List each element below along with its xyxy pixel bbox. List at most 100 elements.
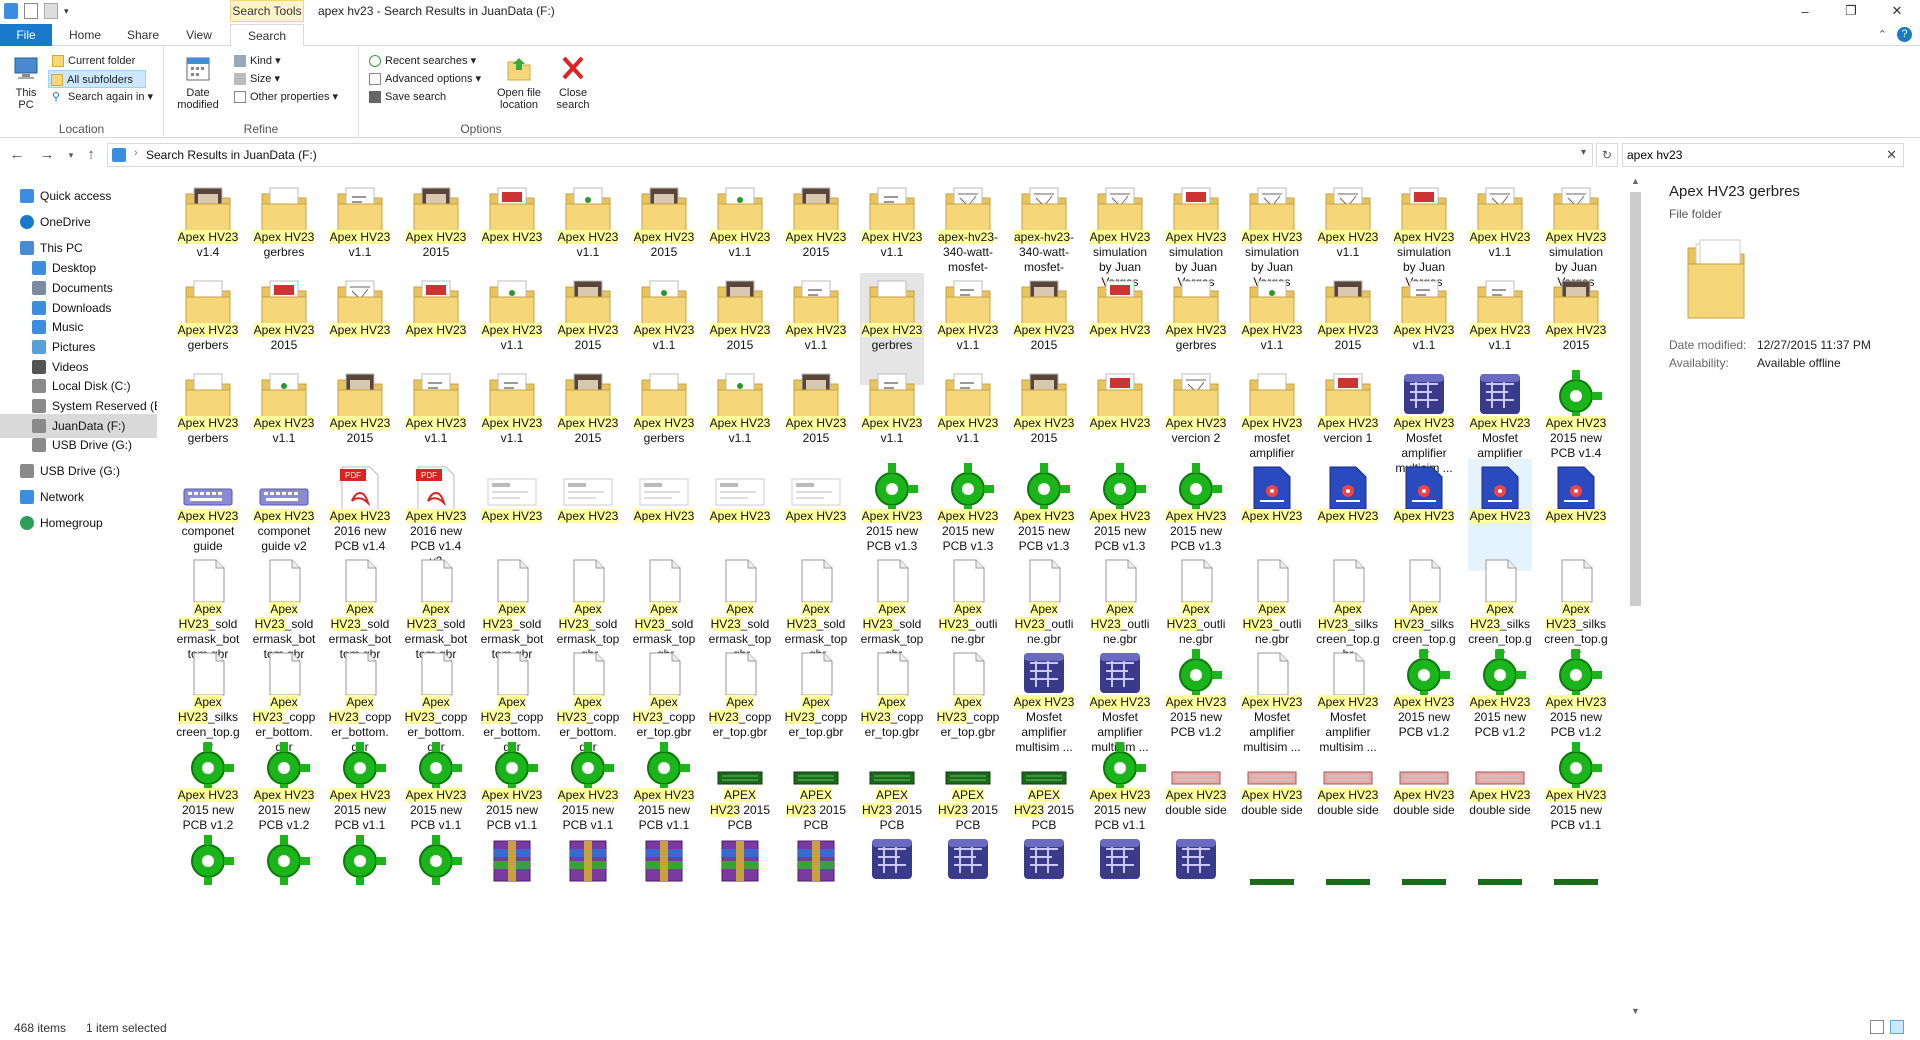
- file-item-label: Apex HV23 v1.1: [860, 230, 924, 260]
- back-arrow-icon[interactable]: ←: [6, 145, 28, 165]
- save-search-button[interactable]: Save search: [367, 88, 446, 106]
- scroll-down-arrow-icon[interactable]: ▼: [1631, 1006, 1640, 1016]
- status-bar: 468 items 1 item selected: [0, 1016, 1920, 1040]
- tab-file[interactable]: File: [0, 24, 52, 46]
- file-item[interactable]: [556, 831, 620, 943]
- date-modified-button[interactable]: Date modified: [172, 54, 224, 111]
- recent-searches-button[interactable]: Recent searches ▾: [367, 52, 476, 70]
- file-item[interactable]: [1468, 831, 1532, 943]
- tab-share[interactable]: Share: [118, 24, 168, 46]
- file-item[interactable]: [936, 831, 1000, 943]
- window-title: apex hv23 - Search Results in JuanData (…: [318, 4, 555, 18]
- options-group: Recent searches ▾ Advanced options ▾ Sav…: [359, 46, 603, 138]
- search-match-highlight: apex-hv23: [1013, 230, 1071, 244]
- size-icon: [234, 73, 246, 85]
- file-item[interactable]: [1392, 831, 1456, 943]
- help-icon[interactable]: ?: [1897, 27, 1912, 42]
- file-item[interactable]: [252, 831, 316, 943]
- file-item-label: Apex HV23 v1.1: [936, 323, 1000, 353]
- close-icon[interactable]: ✕: [1874, 0, 1920, 22]
- nav-item[interactable]: Network: [0, 485, 157, 509]
- file-item-label: Apex HV23_outline.gbr: [1088, 602, 1152, 647]
- file-item[interactable]: [480, 831, 544, 943]
- tab-home[interactable]: Home: [57, 24, 113, 46]
- collapse-ribbon-chevron-icon[interactable]: ⌃: [1878, 28, 1887, 41]
- refresh-icon[interactable]: ↻: [1596, 143, 1618, 167]
- address-dropdown-chevron-icon[interactable]: ▾: [1581, 147, 1586, 158]
- file-item-label: Apex HV23 2015 new PCB v1.1: [556, 788, 620, 833]
- vertical-scrollbar[interactable]: ▲ ▼: [1628, 176, 1643, 1016]
- new-folder-icon[interactable]: [44, 3, 58, 19]
- other-properties-button[interactable]: Other properties ▾: [232, 88, 338, 106]
- search-match-highlight: Apex HV23: [1469, 323, 1531, 337]
- folder-doc-icon: [866, 370, 918, 420]
- file-item[interactable]: [1544, 831, 1608, 943]
- tab-view[interactable]: View: [173, 24, 225, 46]
- close-search-button[interactable]: Close search: [553, 54, 593, 111]
- search-match-highlight: Apex HV23: [785, 230, 847, 244]
- large-icons-view-icon[interactable]: [1890, 1020, 1904, 1034]
- minimize-icon[interactable]: –: [1782, 0, 1828, 22]
- file-item-label: Apex HV23 2015 new PCB v1.2: [1164, 695, 1228, 740]
- this-pc-button[interactable]: This PC: [8, 54, 44, 111]
- file-item[interactable]: [1164, 831, 1228, 943]
- nav-item[interactable]: USB Drive (G:): [0, 459, 157, 483]
- blank-icon: [790, 556, 842, 606]
- file-item-label-rest: gerbers: [187, 431, 229, 445]
- search-match-highlight: Apex HV23: [709, 416, 771, 430]
- file-item[interactable]: [404, 831, 468, 943]
- file-item[interactable]: [1240, 831, 1304, 943]
- properties-icon[interactable]: [24, 3, 38, 19]
- search-match-highlight: Apex HV23: [1317, 695, 1379, 709]
- nav-item[interactable]: USB Drive (G:): [0, 433, 157, 457]
- kind-button[interactable]: Kind ▾: [232, 52, 281, 70]
- customize-toolbar-chevron-icon[interactable]: ▾: [64, 3, 74, 19]
- file-item[interactable]: [784, 831, 848, 943]
- pcb-strip-icon: [1322, 835, 1374, 885]
- explorer-icon[interactable]: [4, 3, 18, 19]
- tab-search[interactable]: Search: [230, 24, 304, 47]
- search-again-in-button[interactable]: ⚲ Search again in ▾: [50, 88, 153, 106]
- scroll-up-arrow-icon[interactable]: ▲: [1631, 176, 1640, 186]
- nav-item[interactable]: OneDrive: [0, 210, 157, 234]
- folder-dark-icon: [562, 370, 614, 420]
- open-file-location-button[interactable]: Open file location: [491, 54, 547, 111]
- pcb-board-icon: [942, 742, 994, 792]
- file-item-label-rest: 2015 new PCB v1.1: [409, 803, 463, 832]
- blank-icon: [1398, 556, 1450, 606]
- size-button[interactable]: Size ▾: [232, 70, 280, 88]
- details-view-icon[interactable]: [1870, 1020, 1884, 1034]
- folder-icon: [258, 184, 310, 234]
- scrollbar-thumb[interactable]: [1630, 192, 1641, 606]
- file-item-label: Apex HV23 gerbers: [176, 416, 240, 446]
- file-item[interactable]: [1012, 831, 1076, 943]
- file-item[interactable]: [1088, 831, 1152, 943]
- recent-locations-chevron-icon[interactable]: ▾: [60, 145, 82, 165]
- file-item[interactable]: [860, 831, 924, 943]
- file-item[interactable]: [708, 831, 772, 943]
- clear-search-icon[interactable]: ✕: [1886, 147, 1897, 163]
- file-item-label-rest: 2015: [726, 338, 754, 352]
- folder-sketch-icon: [1170, 370, 1222, 420]
- file-item-label-rest: v1.1: [1336, 245, 1360, 259]
- search-match-highlight: Apex HV23: [177, 323, 239, 337]
- all-subfolders-button[interactable]: All subfolders: [48, 70, 146, 88]
- advanced-options-button[interactable]: Advanced options ▾: [367, 70, 481, 88]
- current-folder-button[interactable]: Current folder: [50, 52, 135, 70]
- videos-icon: [32, 360, 46, 374]
- address-field[interactable]: › Search Results in JuanData (F:) ▾: [107, 143, 1593, 167]
- file-item[interactable]: [176, 831, 240, 943]
- search-match-highlight: Apex HV23: [1089, 323, 1151, 337]
- file-item-label-rest: v1.1: [424, 431, 448, 445]
- file-item-label-rest: 2015 new PCB v1.2: [181, 803, 235, 832]
- file-item[interactable]: [632, 831, 696, 943]
- search-box[interactable]: ✕: [1622, 143, 1904, 167]
- up-arrow-icon[interactable]: ↑: [80, 145, 102, 165]
- nav-item[interactable]: Quick access: [0, 184, 157, 208]
- file-item[interactable]: [328, 831, 392, 943]
- search-input[interactable]: [1627, 147, 1867, 163]
- restore-icon[interactable]: ❐: [1828, 0, 1874, 22]
- nav-item[interactable]: Homegroup: [0, 511, 157, 535]
- forward-arrow-icon[interactable]: →: [36, 145, 58, 165]
- file-item[interactable]: [1316, 831, 1380, 943]
